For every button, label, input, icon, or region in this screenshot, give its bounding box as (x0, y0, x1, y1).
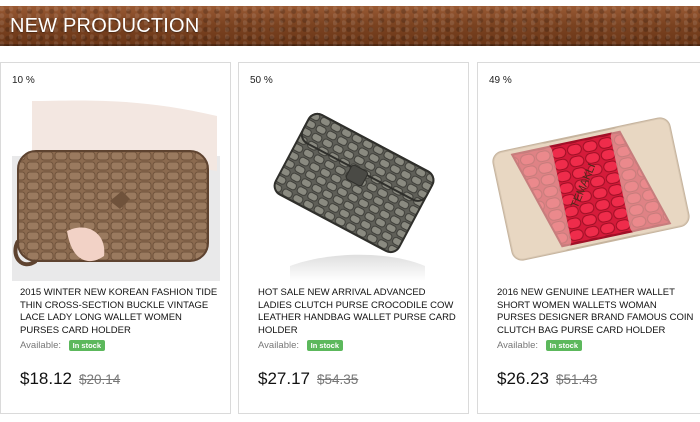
current-price: $18.12 (20, 369, 72, 388)
product-image[interactable] (12, 91, 220, 281)
availability-label: Available: (497, 340, 539, 352)
product-title[interactable]: 2015 WINTER NEW KOREAN FASHION TIDE THIN… (20, 287, 220, 338)
availability: Available: In stock (20, 340, 106, 352)
availability: Available: In stock (258, 340, 344, 352)
product-card-2[interactable]: 50 % HOT SALE NEW ARRIVAL ADVANCED LADIE… (238, 62, 469, 414)
discount-label: 49 % (489, 75, 512, 86)
product-card-1[interactable]: 10 % 2015 WINTER NEW KOREAN FASHION TIDE… (0, 62, 231, 414)
price-row: $18.12 $20.14 (20, 369, 120, 389)
section-title: NEW PRODUCTION (10, 15, 200, 37)
product-card-3[interactable]: 49 % TEMAKLI 2016 NEW GENUINE LEATHER WA… (477, 62, 700, 414)
in-stock-badge: In stock (306, 340, 344, 351)
availability-label: Available: (258, 340, 300, 352)
old-price: $20.14 (79, 372, 121, 387)
price-row: $26.23 $51.43 (497, 369, 597, 389)
product-image[interactable]: TEMAKLI (489, 91, 697, 281)
current-price: $26.23 (497, 369, 549, 388)
in-stock-badge: In stock (545, 340, 583, 351)
product-image[interactable] (250, 91, 458, 281)
in-stock-badge: In stock (68, 340, 106, 351)
current-price: $27.17 (258, 369, 310, 388)
discount-label: 10 % (12, 75, 35, 86)
price-row: $27.17 $54.35 (258, 369, 358, 389)
product-title[interactable]: 2016 NEW GENUINE LEATHER WALLET SHORT WO… (497, 287, 697, 338)
old-price: $54.35 (317, 372, 359, 387)
discount-label: 50 % (250, 75, 273, 86)
old-price: $51.43 (556, 372, 598, 387)
availability: Available: In stock (497, 340, 583, 352)
product-title[interactable]: HOT SALE NEW ARRIVAL ADVANCED LADIES CLU… (258, 287, 458, 338)
section-banner: NEW PRODUCTION (0, 6, 700, 46)
availability-label: Available: (20, 340, 62, 352)
